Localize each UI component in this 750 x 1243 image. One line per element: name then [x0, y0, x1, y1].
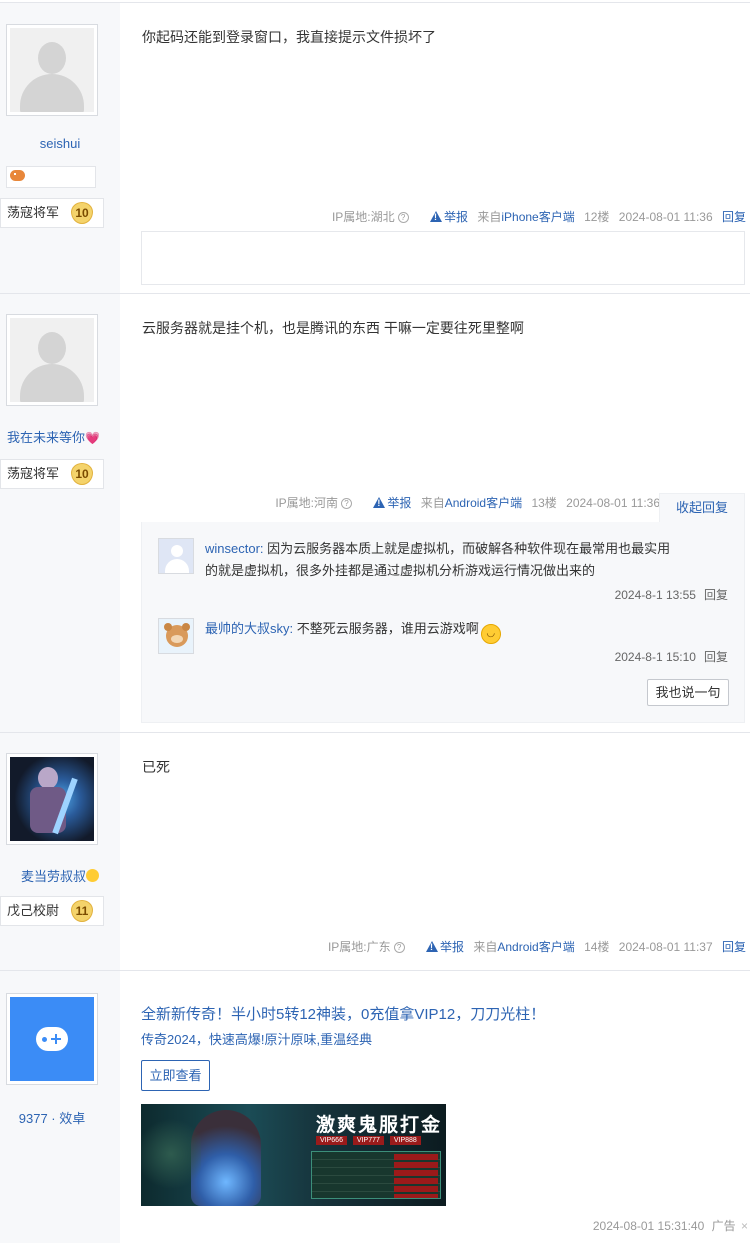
warning-icon [425, 941, 438, 952]
smile-emoji-icon: ◡ [480, 624, 501, 644]
report-link[interactable]: 举报 [424, 210, 468, 224]
client-source: 来自iPhone客户端 [477, 210, 575, 224]
sub-reply-time: 2024-8-1 13:55 [614, 588, 696, 602]
sub-reply-meta: 2024-8-1 15:10 回复 [607, 648, 728, 665]
client-link[interactable]: Android客户端 [497, 940, 574, 954]
banner-vip: VIP888 [389, 1136, 421, 1145]
post-time: 2024-08-01 11:36 [566, 496, 660, 510]
sub-reply: winsector: 因为云服务器本质上就是虚拟机，而破解各种软件现在最常用也最… [158, 538, 728, 602]
post-floor-13: 我在未来等你💗 荡寇将军 10 云服务器就是挂个机，也是腾讯的东西 干嘛一定要往… [0, 293, 750, 732]
client-link[interactable]: iPhone客户端 [501, 210, 574, 224]
post-content: 已死 [142, 759, 170, 775]
rank-title: 荡寇将军 [7, 466, 60, 481]
client-source: 来自Android客户端 [420, 496, 523, 510]
rank-badge[interactable]: 荡寇将军 10 [0, 459, 104, 489]
sub-reply-user[interactable]: winsector: [205, 541, 264, 556]
sub-reply-text: winsector: 因为云服务器本质上就是虚拟机，而破解各种软件现在最常用也最… [205, 541, 671, 578]
post-time: 2024-08-01 11:36 [618, 210, 713, 224]
username[interactable]: 麦当劳叔叔 [0, 866, 120, 885]
user-badges [6, 166, 96, 188]
report-link[interactable]: 举报 [420, 940, 464, 954]
wink-emoji-icon [86, 869, 99, 882]
avatar[interactable] [6, 24, 98, 116]
ad-post: 9377 · 效卓 全新新传奇！半小时5转12神装，0充值拿VIP12，刀刀光柱… [0, 970, 750, 1243]
banner-rewards-table [311, 1151, 441, 1199]
sub-reply-text: 最帅的大叔sky: 不整死云服务器，谁用云游戏啊 ◡ [205, 618, 735, 644]
rank-title: 荡寇将军 [7, 205, 60, 220]
warning-icon [429, 211, 442, 222]
view-now-button[interactable]: 立即查看 [141, 1060, 210, 1091]
ad-banner-image[interactable]: 激爽鬼服打金 VIP666 VIP777 VIP888 [141, 1104, 446, 1206]
sub-reply-time: 2024-8-1 15:10 [614, 650, 696, 664]
rank-title: 戊己校尉 [7, 903, 60, 918]
banner-title: 激爽鬼服打金 [316, 1114, 443, 1136]
ip-location: IP属地:湖北? [332, 210, 409, 224]
sub-reply: 最帅的大叔sky: 不整死云服务器，谁用云游戏啊 ◡ 2024-8-1 15:10… [158, 618, 728, 676]
level-badge: 11 [71, 900, 93, 922]
collapse-replies-tab[interactable]: 收起回复 [659, 493, 745, 523]
avatar[interactable] [6, 314, 98, 406]
gamepad-badge-icon[interactable] [10, 170, 25, 181]
sorceress-figure-icon [191, 1110, 261, 1206]
post-floor-14: 麦当劳叔叔 戊己校尉 11 已死 IP属地:广东? 举报 来自Android客户… [0, 732, 750, 970]
username[interactable]: 我在未来等你💗 [0, 427, 120, 446]
post-meta: IP属地:湖北? 举报 来自iPhone客户端 12楼 2024-08-01 1… [326, 208, 746, 225]
warrior-avatar-icon [10, 757, 94, 841]
sub-reply-link[interactable]: 回复 [704, 650, 728, 664]
level-badge: 10 [71, 463, 93, 485]
default-avatar-icon [10, 28, 94, 112]
banner-vip: VIP666 [316, 1136, 347, 1145]
ad-subtitle[interactable]: 传奇2024，快速高爆!原汁原味,重温经典 [141, 1029, 372, 1048]
ad-avatar[interactable] [6, 993, 98, 1085]
close-icon[interactable]: × [741, 1219, 748, 1233]
reply-link[interactable]: 回复 [722, 210, 746, 224]
report-link[interactable]: 举报 [367, 496, 411, 510]
sub-reply-user[interactable]: 最帅的大叔sky: [205, 621, 293, 636]
reply-thread: winsector: 因为云服务器本质上就是虚拟机，而破解各种软件现在最常用也最… [141, 522, 745, 723]
level-badge: 10 [71, 202, 93, 224]
advertiser-name[interactable]: 9377 · 效卓 [0, 1108, 112, 1127]
client-source: 来自Android客户端 [473, 940, 575, 954]
rank-badge[interactable]: 荡寇将军 10 [0, 198, 104, 228]
floor-number: 14楼 [584, 940, 610, 954]
post-content: 你起码还能到登录窗口，我直接提示文件损坏了 [142, 29, 436, 45]
sub-reply-link[interactable]: 回复 [704, 588, 728, 602]
floor-number: 13楼 [531, 496, 557, 510]
help-icon[interactable]: ? [397, 212, 409, 223]
post-time: 2024-08-01 11:37 [618, 940, 713, 954]
ad-time: 2024-08-01 15:31:40 [592, 1219, 705, 1233]
reply-link[interactable]: 回复 [722, 940, 746, 954]
rank-badge[interactable]: 戊己校尉 11 [0, 896, 104, 926]
ad-label: 广告 [711, 1219, 736, 1233]
floor-number: 12楼 [584, 210, 610, 224]
sub-reply-meta: 2024-8-1 13:55 回复 [607, 586, 728, 603]
say-something-button[interactable]: 我也说一句 [647, 679, 729, 706]
gamepad-app-icon [10, 997, 94, 1081]
post-meta: IP属地:广东? 举报 来自Android客户端 14楼 2024-08-01 … [322, 938, 746, 955]
reply-input-area[interactable] [141, 231, 745, 285]
post-content: 云服务器就是挂个机，也是腾讯的东西 干嘛一定要往死里整啊 [142, 320, 524, 336]
bear-avatar-icon[interactable] [158, 618, 194, 654]
heart-icon: 💗 [85, 431, 100, 445]
default-avatar-icon [10, 318, 94, 402]
avatar[interactable] [6, 753, 98, 845]
warning-icon [373, 497, 386, 508]
ip-location: IP属地:广东? [328, 940, 405, 954]
username[interactable]: seishui [0, 136, 120, 151]
ad-title[interactable]: 全新新传奇！半小时5转12神装，0充值拿VIP12，刀刀光柱！ [141, 1003, 545, 1024]
avatar[interactable] [158, 538, 194, 574]
post-meta: IP属地:河南? 举报 来自Android客户端 13楼 2024-08-01 … [269, 494, 660, 511]
help-icon[interactable]: ? [341, 498, 352, 509]
post-floor-12: seishui 荡寇将军 10 你起码还能到登录窗口，我直接提示文件损坏了 IP… [0, 2, 750, 293]
client-link[interactable]: Android客户端 [445, 496, 522, 510]
banner-vip: VIP777 [352, 1136, 384, 1145]
ip-location: IP属地:河南? [275, 496, 352, 510]
ad-meta: 2024-08-01 15:31:40 广告 × [593, 1217, 748, 1234]
help-icon[interactable]: ? [393, 942, 405, 953]
